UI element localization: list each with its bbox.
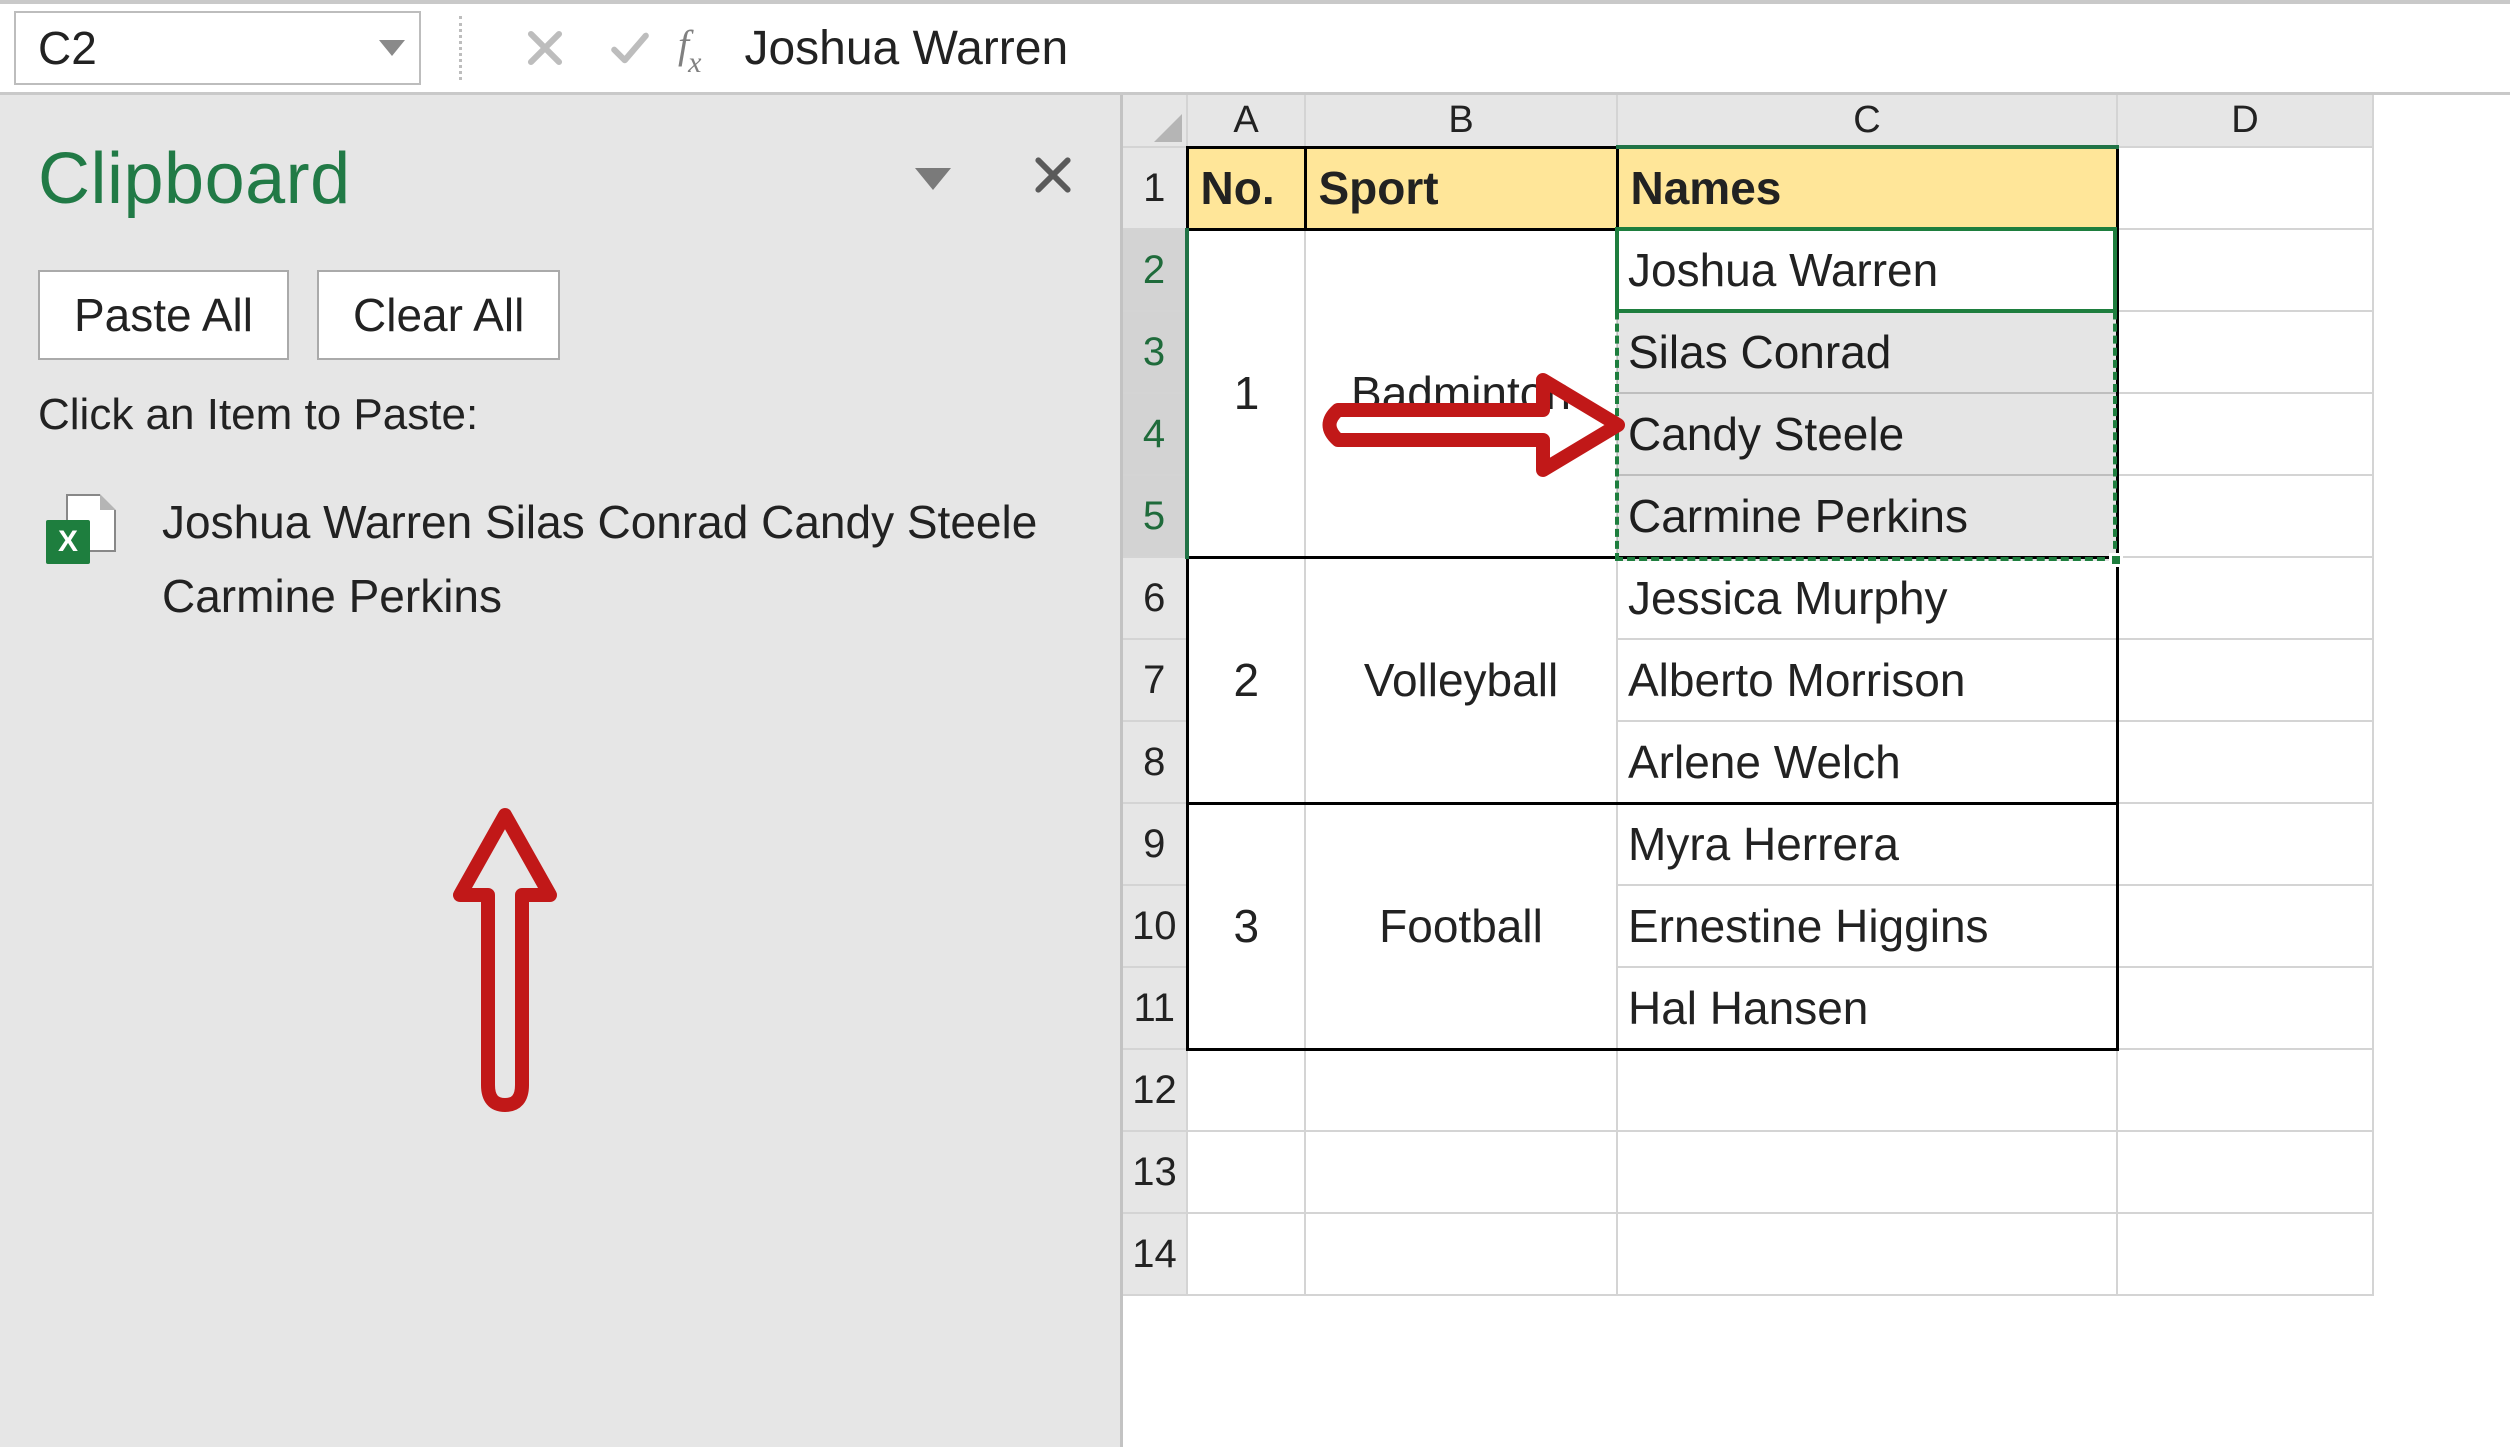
cell-a9[interactable]: 3	[1187, 803, 1305, 1049]
cell-d5[interactable]	[2117, 475, 2373, 557]
fx-icon: fx	[678, 21, 700, 75]
formula-bar: C2 fx Joshua Warren	[0, 0, 2510, 95]
cell-c7[interactable]: Alberto Morrison	[1617, 639, 2117, 721]
row-header[interactable]: 8	[1123, 721, 1187, 803]
confirm-button[interactable]	[587, 13, 672, 83]
cell-d3[interactable]	[2117, 311, 2373, 393]
clipboard-hint: Click an Item to Paste:	[38, 390, 1085, 440]
cell-d12[interactable]	[2117, 1049, 2373, 1131]
confirm-icon	[605, 27, 655, 69]
cell-c12[interactable]	[1617, 1049, 2117, 1131]
cell-d8[interactable]	[2117, 721, 2373, 803]
cell-d14[interactable]	[2117, 1213, 2373, 1295]
clipboard-item[interactable]: X Joshua Warren Silas Conrad Candy Steel…	[38, 486, 1085, 633]
name-box-dropdown-icon[interactable]	[379, 40, 405, 56]
cell-d4[interactable]	[2117, 393, 2373, 475]
cell-d9[interactable]	[2117, 803, 2373, 885]
cell-d13[interactable]	[2117, 1131, 2373, 1213]
cell-a14[interactable]	[1187, 1213, 1305, 1295]
cell-c5[interactable]: Carmine Perkins	[1617, 475, 2117, 557]
cell-c3[interactable]: Silas Conrad	[1617, 311, 2117, 393]
cell-a12[interactable]	[1187, 1049, 1305, 1131]
cell-b9[interactable]: Football	[1305, 803, 1617, 1049]
cell-d11[interactable]	[2117, 967, 2373, 1049]
row-header[interactable]: 3	[1123, 311, 1187, 393]
col-header-a[interactable]: A	[1187, 95, 1305, 147]
select-all-corner[interactable]	[1123, 95, 1187, 147]
formula-value: Joshua Warren	[744, 21, 1068, 76]
row-header[interactable]: 13	[1123, 1131, 1187, 1213]
cell-c14[interactable]	[1617, 1213, 2117, 1295]
row-header[interactable]: 9	[1123, 803, 1187, 885]
col-header-d[interactable]: D	[2117, 95, 2373, 147]
spreadsheet-grid[interactable]: A B C D 1 No. Sport Names 2 1	[1120, 95, 2510, 1447]
name-box-value: C2	[38, 21, 97, 75]
cell-c11[interactable]: Hal Hansen	[1617, 967, 2117, 1049]
cell-c6[interactable]: Jessica Murphy	[1617, 557, 2117, 639]
cell-c13[interactable]	[1617, 1131, 2117, 1213]
cell-d7[interactable]	[2117, 639, 2373, 721]
row-header[interactable]: 12	[1123, 1049, 1187, 1131]
clipboard-pane: Clipboard Paste All Clear All Click an I…	[0, 95, 1120, 1447]
col-header-b[interactable]: B	[1305, 95, 1617, 147]
main-area: Clipboard Paste All Clear All Click an I…	[0, 95, 2510, 1447]
cell-d10[interactable]	[2117, 885, 2373, 967]
close-icon[interactable]	[1021, 144, 1085, 214]
formula-bar-divider	[459, 16, 462, 80]
cell-b6[interactable]: Volleyball	[1305, 557, 1617, 803]
cancel-button[interactable]	[502, 13, 587, 83]
clipboard-title: Clipboard	[38, 138, 915, 220]
cell-a1[interactable]: No.	[1187, 147, 1305, 229]
cell-d2[interactable]	[2117, 229, 2373, 311]
name-box[interactable]: C2	[14, 11, 421, 85]
cell-b1[interactable]: Sport	[1305, 147, 1617, 229]
formula-input[interactable]: Joshua Warren	[716, 13, 2496, 83]
grid-table: A B C D 1 No. Sport Names 2 1	[1123, 95, 2374, 1296]
cell-c1[interactable]: Names	[1617, 147, 2117, 229]
clear-all-button[interactable]: Clear All	[317, 270, 560, 360]
cell-c9[interactable]: Myra Herrera	[1617, 803, 2117, 885]
cell-b12[interactable]	[1305, 1049, 1617, 1131]
paste-all-button[interactable]: Paste All	[38, 270, 289, 360]
row-header[interactable]: 10	[1123, 885, 1187, 967]
row-header[interactable]: 7	[1123, 639, 1187, 721]
cell-c4[interactable]: Candy Steele	[1617, 393, 2117, 475]
row-header[interactable]: 1	[1123, 147, 1187, 229]
insert-function-button[interactable]: fx	[672, 21, 716, 75]
cell-c10[interactable]: Ernestine Higgins	[1617, 885, 2117, 967]
cell-a13[interactable]	[1187, 1131, 1305, 1213]
clipboard-item-text: Joshua Warren Silas Conrad Candy Steele …	[162, 486, 1085, 633]
excel-icon: X	[46, 494, 116, 564]
clipboard-title-row: Clipboard	[38, 138, 1085, 220]
col-header-c[interactable]: C	[1617, 95, 2117, 147]
cell-b14[interactable]	[1305, 1213, 1617, 1295]
row-header[interactable]: 6	[1123, 557, 1187, 639]
annotation-up-arrow-icon	[440, 795, 570, 1115]
cell-b13[interactable]	[1305, 1131, 1617, 1213]
cell-c2[interactable]: Joshua Warren	[1617, 229, 2117, 311]
pane-menu-icon[interactable]	[915, 168, 951, 190]
row-header[interactable]: 2	[1123, 229, 1187, 311]
cell-a6[interactable]: 2	[1187, 557, 1305, 803]
cancel-icon	[524, 27, 566, 69]
cell-d1[interactable]	[2117, 147, 2373, 229]
row-header[interactable]: 11	[1123, 967, 1187, 1049]
clipboard-buttons: Paste All Clear All	[38, 270, 1085, 360]
row-header[interactable]: 14	[1123, 1213, 1187, 1295]
cell-c8[interactable]: Arlene Welch	[1617, 721, 2117, 803]
row-header[interactable]: 5	[1123, 475, 1187, 557]
cell-d6[interactable]	[2117, 557, 2373, 639]
cell-b2[interactable]: Badminton	[1305, 229, 1617, 557]
cell-a2[interactable]: 1	[1187, 229, 1305, 557]
row-header[interactable]: 4	[1123, 393, 1187, 475]
